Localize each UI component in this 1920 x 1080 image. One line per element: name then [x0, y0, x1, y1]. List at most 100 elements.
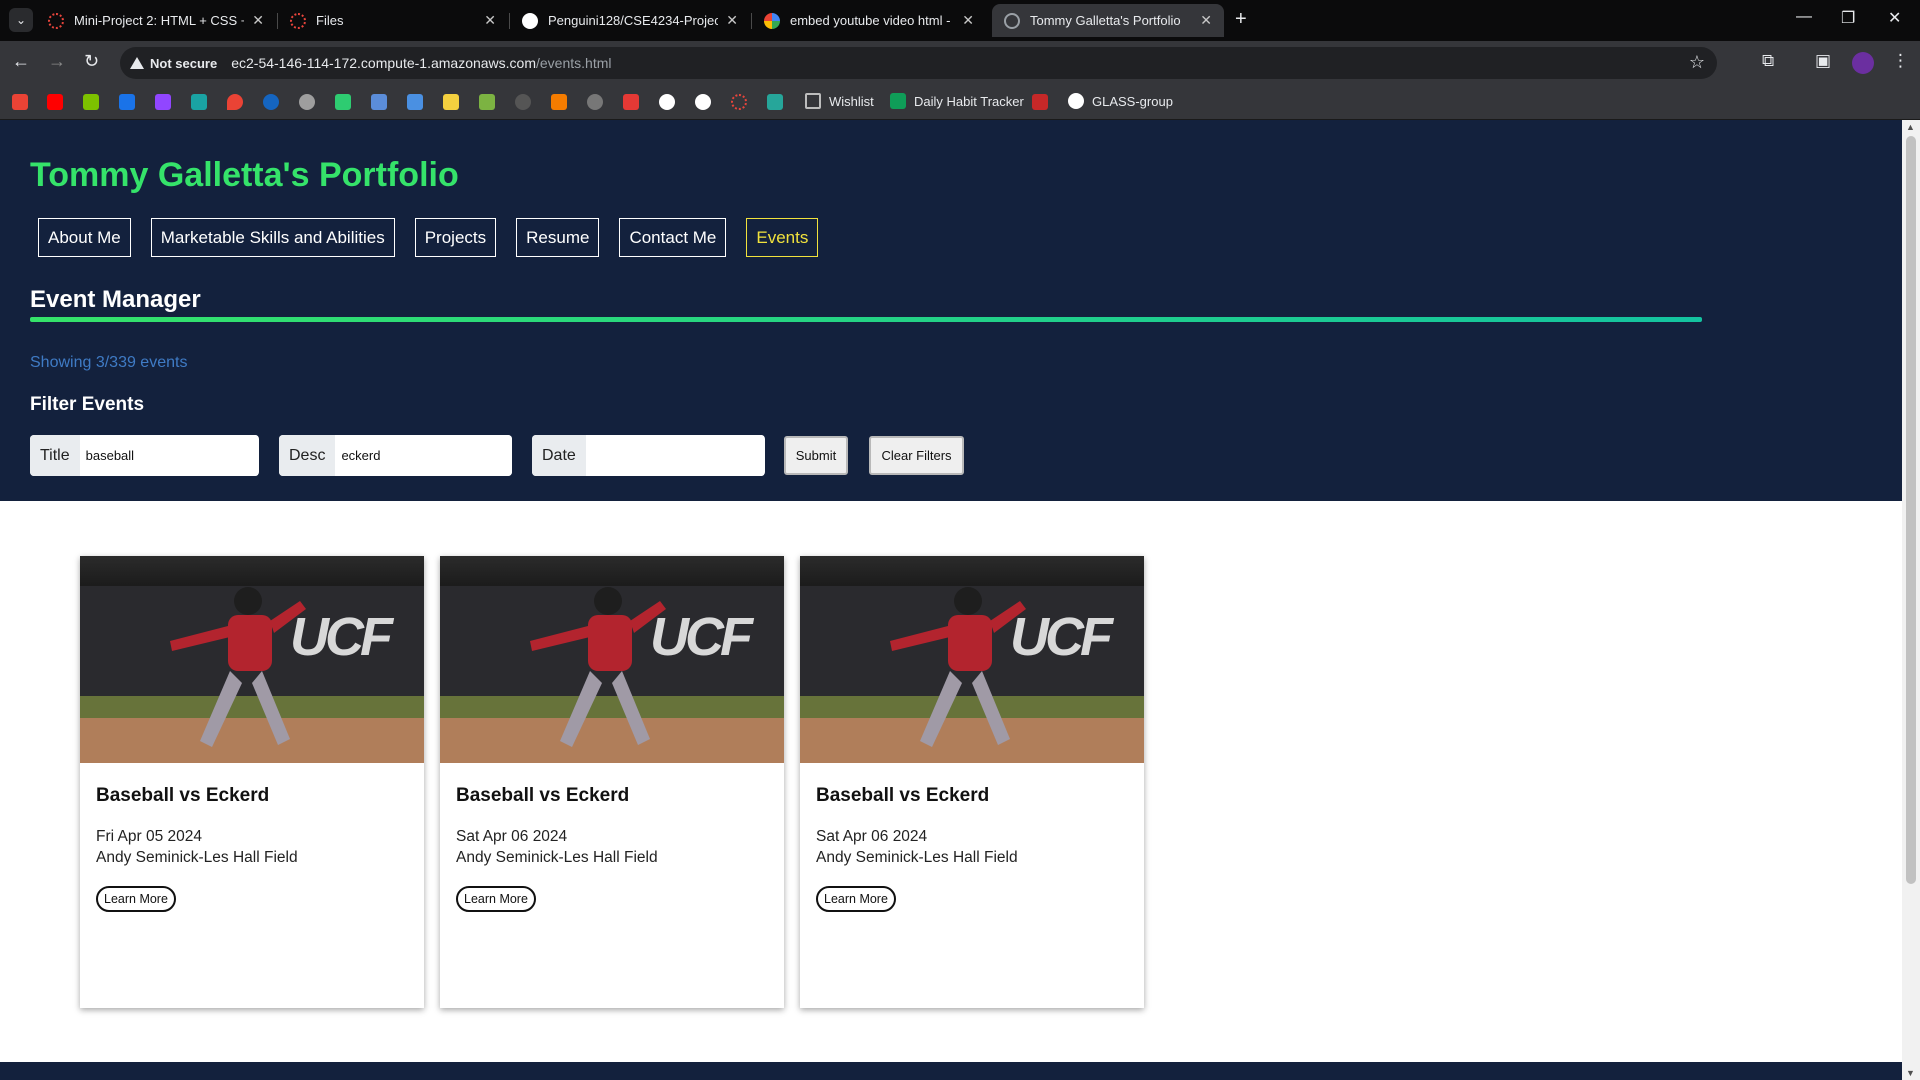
bookmark-icon[interactable]: [551, 94, 567, 110]
clear-filters-button[interactable]: Clear Filters: [869, 436, 964, 475]
tab-strip: ⌄ Mini-Project 2: HTML + CSS + J ✕ Files…: [0, 0, 1920, 41]
nav-resume[interactable]: Resume: [516, 218, 600, 257]
folder-icon: [805, 93, 821, 109]
learn-more-button[interactable]: Learn More: [456, 886, 536, 912]
submit-button[interactable]: Submit: [784, 436, 848, 475]
section-title: Event Manager: [30, 286, 201, 313]
bookmark-star-icon[interactable]: ☆: [1689, 52, 1705, 73]
bookmark-icon[interactable]: [407, 94, 423, 110]
desc-filter-input[interactable]: [335, 435, 512, 476]
extensions-icon[interactable]: ⧉: [1762, 51, 1774, 71]
date-filter-label: Date: [532, 435, 586, 476]
tab-github[interactable]: Penguini128/CSE4234-Project-2 ✕: [510, 4, 750, 37]
nav-about-me[interactable]: About Me: [38, 218, 131, 257]
bookmark-icon[interactable]: [191, 94, 207, 110]
tab-portfolio[interactable]: Tommy Galletta's Portfolio ✕: [992, 4, 1224, 37]
tab-search-button[interactable]: ⌄: [9, 8, 33, 32]
gmail-icon[interactable]: [12, 94, 28, 110]
event-date: Fri Apr 05 2024: [96, 828, 202, 845]
bookmark-icon[interactable]: [119, 94, 135, 110]
nav-skills[interactable]: Marketable Skills and Abilities: [150, 218, 395, 257]
event-cards: UCF Baseball vs Eckerd Fri Apr 05 2024 A…: [80, 556, 1144, 1008]
globe-icon: [1004, 12, 1020, 29]
scroll-up-icon[interactable]: ▲: [1906, 122, 1915, 132]
scroll-down-icon[interactable]: ▼: [1906, 1068, 1915, 1078]
title-filter-label: Title: [30, 435, 80, 476]
bookmark-icon[interactable]: [587, 94, 603, 110]
scrollbar-thumb[interactable]: [1906, 136, 1916, 884]
bookmark-icon[interactable]: [443, 94, 459, 110]
close-icon[interactable]: ✕: [1200, 12, 1212, 29]
main-nav: About Me Marketable Skills and Abilities…: [38, 218, 819, 257]
canvas-icon[interactable]: [731, 94, 747, 110]
filter-title: Filter Events: [30, 394, 145, 415]
title-filter-input[interactable]: [79, 435, 258, 476]
close-icon[interactable]: ✕: [252, 12, 264, 29]
warning-icon: [130, 57, 144, 69]
bookmark-icon[interactable]: [299, 94, 315, 110]
date-filter-input[interactable]: [585, 435, 764, 476]
forward-button[interactable]: →: [48, 51, 66, 72]
bookmark-icon[interactable]: [83, 94, 99, 110]
youtube-icon[interactable]: [47, 94, 63, 110]
event-title: Baseball vs Eckerd: [816, 785, 990, 806]
address-bar[interactable]: Not secure ec2-54-146-114-172.compute-1.…: [120, 47, 1717, 79]
bookmark-icon[interactable]: [335, 94, 351, 110]
event-date: Sat Apr 06 2024: [816, 828, 928, 845]
events-count: Showing 3/339 events: [30, 354, 188, 371]
learn-more-button[interactable]: Learn More: [96, 886, 176, 912]
bookmark-icon[interactable]: [1032, 94, 1048, 110]
event-card: UCF Baseball vs Eckerd Sat Apr 06 2024 A…: [800, 556, 1144, 1008]
bookmark-wishlist[interactable]: Wishlist: [805, 93, 874, 109]
tab-google-search[interactable]: embed youtube video html - Go ✕: [752, 4, 986, 37]
back-button[interactable]: ←: [12, 51, 30, 72]
sheets-icon: [890, 93, 906, 109]
new-tab-button[interactable]: +: [1235, 8, 1247, 31]
nav-projects[interactable]: Projects: [414, 218, 497, 257]
not-secure-badge[interactable]: Not secure: [130, 56, 217, 71]
nav-contact-me[interactable]: Contact Me: [619, 218, 727, 257]
bookmark-icon[interactable]: [371, 94, 387, 110]
nav-events[interactable]: Events: [746, 218, 819, 257]
learn-more-button[interactable]: Learn More: [816, 886, 896, 912]
bookmark-icon[interactable]: [623, 94, 639, 110]
bookmarks-bar: Wishlist Daily Habit Tracker GLASS-group: [0, 85, 1920, 120]
header-section: Tommy Galletta's Portfolio About Me Mark…: [0, 120, 1902, 501]
restore-button[interactable]: ❐: [1841, 8, 1855, 28]
bookmark-glass-group[interactable]: GLASS-group: [1068, 93, 1173, 109]
tab-mini-project[interactable]: Mini-Project 2: HTML + CSS + J ✕: [36, 4, 276, 37]
reload-button[interactable]: ↻: [84, 51, 99, 72]
close-window-button[interactable]: ✕: [1888, 8, 1901, 28]
bookmark-icon[interactable]: [515, 94, 531, 110]
github-icon: [1068, 93, 1084, 109]
tab-files[interactable]: Files ✕: [278, 4, 508, 37]
menu-icon[interactable]: ⋮: [1892, 51, 1909, 71]
close-icon[interactable]: ✕: [484, 12, 496, 29]
site-title: Tommy Galletta's Portfolio: [30, 156, 459, 194]
desc-filter: Desc: [279, 435, 512, 476]
bookmark-icon[interactable]: [767, 94, 783, 110]
event-image: UCF: [440, 556, 784, 763]
play-icon[interactable]: [659, 94, 675, 110]
page-scrollbar[interactable]: ▲ ▼: [1902, 120, 1920, 1080]
close-icon[interactable]: ✕: [962, 12, 974, 29]
event-location: Andy Seminick-Les Hall Field: [456, 849, 658, 866]
profile-avatar[interactable]: [1852, 52, 1874, 74]
github-icon[interactable]: [695, 94, 711, 110]
bookmark-icon[interactable]: [479, 94, 495, 110]
bookmark-daily-habit-tracker[interactable]: Daily Habit Tracker: [890, 93, 1024, 109]
date-filter: Date: [532, 435, 765, 476]
title-filter: Title: [30, 435, 259, 476]
canvas-icon: [290, 12, 306, 29]
minimize-button[interactable]: —: [1796, 8, 1812, 26]
side-panel-icon[interactable]: ▣: [1815, 51, 1831, 71]
event-card: UCF Baseball vs Eckerd Sat Apr 06 2024 A…: [440, 556, 784, 1008]
maps-icon[interactable]: [227, 94, 243, 110]
bookmark-icon[interactable]: [263, 94, 279, 110]
close-icon[interactable]: ✕: [726, 12, 738, 29]
event-location: Andy Seminick-Les Hall Field: [96, 849, 298, 866]
section-divider: [30, 317, 1702, 322]
event-card: UCF Baseball vs Eckerd Fri Apr 05 2024 A…: [80, 556, 424, 1008]
twitch-icon[interactable]: [155, 94, 171, 110]
browser-chrome: ⌄ Mini-Project 2: HTML + CSS + J ✕ Files…: [0, 0, 1920, 120]
